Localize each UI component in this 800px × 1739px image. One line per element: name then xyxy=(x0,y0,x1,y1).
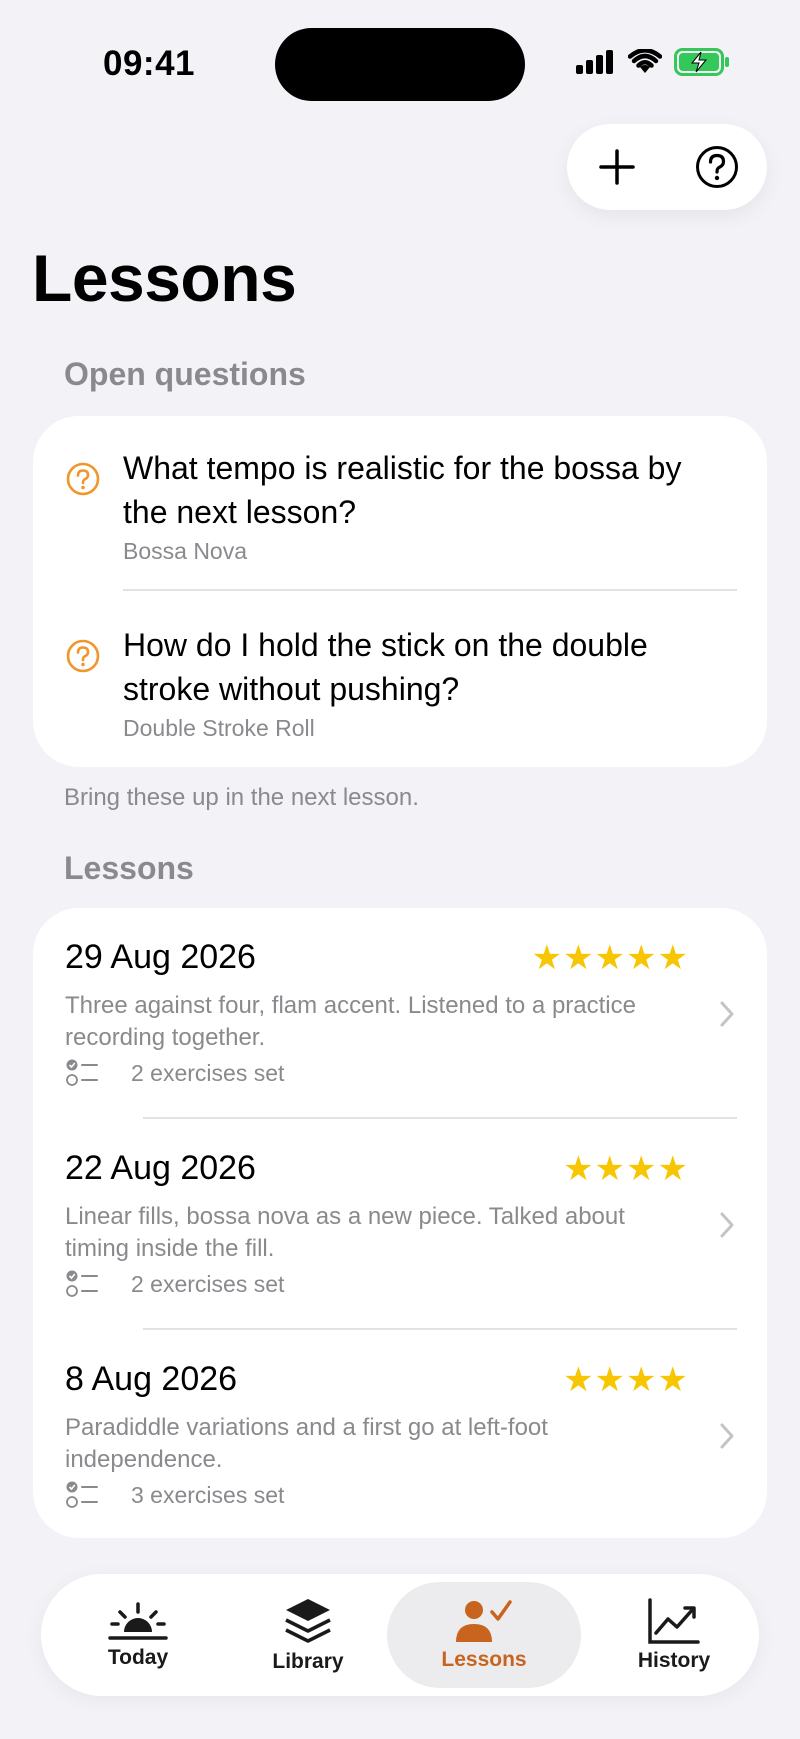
dynamic-island xyxy=(275,28,525,101)
tab-history[interactable]: History xyxy=(609,1582,739,1688)
open-questions-card: What tempo is realistic for the bossa by… xyxy=(33,416,767,767)
question-text: What tempo is realistic for the bossa by… xyxy=(123,446,737,534)
question-text-line: How do I hold the stick on the double xyxy=(123,627,648,663)
question-text-line: stroke without pushing? xyxy=(123,671,460,707)
lessons-card: 29 Aug 2026 ★★★★★ Three against four, fl… xyxy=(33,908,767,1538)
status-time: 09:41 xyxy=(103,44,196,83)
lesson-rating-stars: ★★★★ xyxy=(563,1150,689,1188)
question-item[interactable]: How do I hold the stick on the double st… xyxy=(33,623,767,742)
cellular-signal-icon xyxy=(576,50,613,74)
status-icons xyxy=(576,48,730,76)
tab-lessons[interactable]: Lessons xyxy=(387,1582,581,1688)
exercise-count: 2 exercises set xyxy=(131,1059,285,1086)
exercise-count: 2 exercises set xyxy=(131,1270,285,1297)
lesson-description-line: Linear fills, bossa nova as a new piece.… xyxy=(65,1203,625,1230)
open-questions-footer: Bring these up in the next lesson. xyxy=(64,784,419,811)
chevron-right-icon xyxy=(720,1423,734,1449)
stack-icon xyxy=(285,1599,331,1643)
question-text-line: What tempo is realistic for the bossa by xyxy=(123,450,682,486)
question-circle-icon xyxy=(696,146,738,188)
lesson-description: Paradiddle variations and a first go at … xyxy=(65,1412,705,1476)
question-item[interactable]: What tempo is realistic for the bossa by… xyxy=(33,446,767,565)
question-circle-icon xyxy=(66,462,100,496)
lesson-rating-stars: ★★★★ xyxy=(563,1361,689,1399)
lesson-description: Three against four, flam accent. Listene… xyxy=(65,990,705,1054)
checklist-icon xyxy=(66,1481,98,1508)
lesson-description: Linear fills, bossa nova as a new piece.… xyxy=(65,1201,705,1265)
person-check-icon xyxy=(456,1600,512,1642)
page-title: Lessons xyxy=(32,241,297,315)
question-piece: Bossa Nova xyxy=(123,538,248,564)
question-piece: Double Stroke Roll xyxy=(123,715,315,741)
checklist-icon xyxy=(66,1270,98,1297)
chevron-right-icon xyxy=(720,1212,734,1238)
lesson-exercises: 2 exercises set xyxy=(65,1269,284,1299)
lesson-date: 22 Aug 2026 xyxy=(65,1149,256,1187)
tab-bar: Today Library Lessons History xyxy=(41,1574,759,1696)
help-button[interactable] xyxy=(682,132,752,202)
lesson-date: 29 Aug 2026 xyxy=(65,938,256,976)
wifi-icon xyxy=(628,49,662,73)
lesson-date: 8 Aug 2026 xyxy=(65,1360,238,1398)
lesson-description-line: timing inside the fill. xyxy=(65,1235,275,1262)
chart-up-icon xyxy=(648,1598,700,1644)
tab-label: History xyxy=(637,1649,711,1672)
tab-library[interactable]: Library xyxy=(243,1582,373,1688)
lesson-rating-stars: ★★★★★ xyxy=(531,939,689,977)
lesson-description-line: recording together. xyxy=(65,1024,266,1051)
row-divider xyxy=(123,589,737,591)
lesson-exercises: 3 exercises set xyxy=(65,1480,284,1510)
lesson-row[interactable]: 22 Aug 2026 ★★★★ Linear fills, bossa nov… xyxy=(33,1119,767,1329)
lesson-description-line: Three against four, flam accent. Listene… xyxy=(65,992,636,1019)
lesson-row[interactable]: 8 Aug 2026 ★★★★ Paradiddle variations an… xyxy=(33,1330,767,1540)
chevron-right-icon xyxy=(720,1001,734,1027)
plus-icon xyxy=(599,149,635,185)
lesson-row[interactable]: 29 Aug 2026 ★★★★★ Three against four, fl… xyxy=(33,908,767,1118)
checklist-icon xyxy=(66,1059,98,1086)
question-text-line: the next lesson? xyxy=(123,494,357,530)
tab-label: Library xyxy=(272,1650,344,1673)
lesson-description-line: independence. xyxy=(65,1446,223,1473)
lesson-exercises: 2 exercises set xyxy=(65,1058,284,1088)
question-text: How do I hold the stick on the double st… xyxy=(123,623,737,711)
open-questions-header: Open questions xyxy=(64,356,306,392)
lessons-header: Lessons xyxy=(64,850,194,886)
tab-label: Lessons xyxy=(441,1648,527,1671)
status-bar: 09:41 xyxy=(0,0,800,120)
battery-charging-icon xyxy=(674,48,729,76)
exercise-count: 3 exercises set xyxy=(131,1481,285,1508)
lesson-description-line: Paradiddle variations and a first go at … xyxy=(65,1414,548,1441)
tab-today[interactable]: Today xyxy=(73,1582,203,1688)
tab-label: Today xyxy=(107,1646,169,1669)
question-circle-icon xyxy=(66,639,100,673)
add-lesson-button[interactable] xyxy=(582,132,652,202)
sunrise-icon xyxy=(108,1602,168,1640)
top-action-group xyxy=(567,124,767,210)
